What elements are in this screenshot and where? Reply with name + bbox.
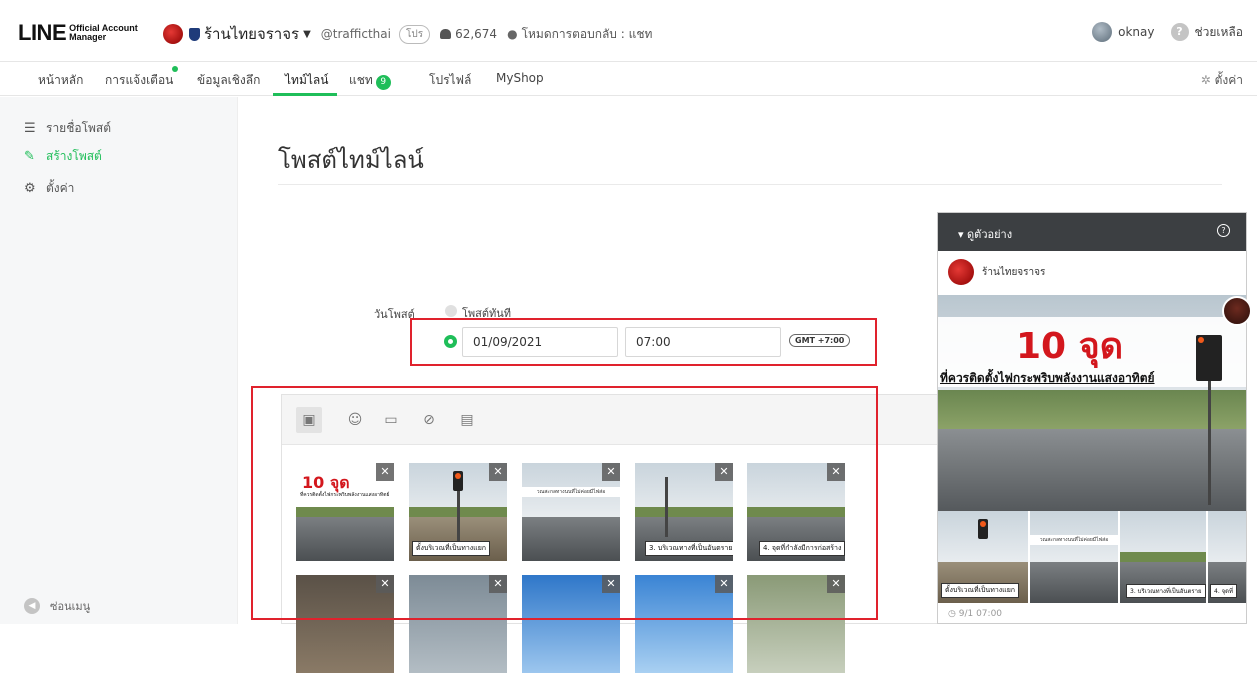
chat-badge: 9 (375, 75, 391, 90)
preview-title: ▾ ดูตัวอย่าง (958, 228, 1013, 241)
preview-panel: ▾ ดูตัวอย่าง ? ร้านไทยจราจร 10 จุด ที่คว… (937, 212, 1247, 624)
gear-icon: ⚙ (24, 181, 36, 196)
preview-account: ร้านไทยจราจร (948, 259, 1045, 285)
settings-link[interactable]: ✲ ตั้งค่า (1201, 71, 1243, 90)
gear-icon: ✲ (1200, 73, 1211, 87)
tab-profile[interactable]: โปรไฟล์ (429, 71, 471, 90)
active-tab-indicator (273, 93, 337, 96)
preview-hero-subtitle: ที่ควรติดตั้งไฟกระพริบพลังงานแสงอาทิตย์ (940, 371, 1155, 385)
top-bar: LINE Official Account Manager ร้านไทยจรา… (0, 0, 1257, 62)
preview-header[interactable]: ▾ ดูตัวอย่าง ? (938, 213, 1246, 251)
edit-icon: ✎ (24, 149, 35, 164)
user-name[interactable]: oknay (1118, 25, 1154, 39)
collapse-menu-button[interactable]: ◀ ซ่อนเมนู (24, 597, 90, 615)
preview-image-strip: ตั้งบริเวณที่เป็นทางแยก วณสะกลทางนนที่ไม… (938, 511, 1246, 603)
time-input[interactable]: 07:00 (625, 327, 781, 357)
date-input[interactable]: 01/09/2021 (462, 327, 618, 357)
verified-shield-icon (189, 27, 200, 41)
preview-timestamp: ◷ 9/1 07:00 (948, 609, 1003, 619)
account-switcher[interactable]: ร้านไทยจราจร ▼ @trafficthai โปร 62,674 ●… (163, 22, 662, 46)
chevron-left-icon: ◀ (24, 598, 40, 614)
line-oa-logo[interactable]: LINE Official Account Manager (18, 20, 138, 46)
tab-myshop[interactable]: MyShop (496, 71, 544, 85)
tab-insights[interactable]: ข้อมูลเชิงลึก (197, 71, 260, 90)
main-nav: หน้าหลัก การแจ้งเตือน ข้อมูลเชิงลึก ไทม์… (0, 62, 1257, 96)
preview-strip-image: ตั้งบริเวณที่เป็นทางแยก (938, 511, 1028, 603)
account-name: ร้านไทยจราจร (204, 25, 300, 43)
help-link[interactable]: ช่วยเหลือ (1195, 23, 1244, 42)
tab-home[interactable]: หน้าหลัก (38, 71, 83, 90)
post-date-label: วันโพสต์ (374, 308, 415, 321)
help-icon[interactable]: ? (1170, 23, 1189, 41)
logo-main: LINE (18, 20, 67, 45)
help-icon[interactable]: ? (1217, 224, 1230, 237)
user-avatar[interactable] (1092, 22, 1113, 42)
clock-icon: ◷ (948, 609, 956, 619)
plan-badge: โปร (398, 24, 431, 44)
user-area: oknay ? ช่วยเหลือ (1092, 22, 1243, 42)
floating-avatar[interactable] (1222, 296, 1252, 326)
divider (278, 184, 1222, 185)
timezone-badge: GMT +7:00 (789, 334, 851, 347)
logo-sub: Official Account Manager (69, 23, 138, 42)
tab-notifications[interactable]: การแจ้งเตือน (105, 71, 173, 90)
preview-strip-image: 4. จุดที่ (1208, 511, 1246, 603)
sidebar-item-settings[interactable]: ⚙ ตั้งค่า (24, 179, 74, 198)
sidebar-item-create-post[interactable]: ✎ สร้างโพสต์ (24, 147, 102, 166)
tab-timeline[interactable]: ไทม์ไลน์ (285, 71, 328, 90)
preview-avatar (948, 259, 974, 285)
preview-hero-image: 10 จุด ที่ควรติดตั้งไฟกระพริบพลังงานแสงอ… (938, 295, 1246, 511)
traffic-light-icon (1196, 335, 1222, 381)
account-handle: @trafficthai (320, 27, 391, 41)
chevron-down-icon[interactable]: ▼ (303, 29, 311, 40)
schedule-radio[interactable] (444, 335, 457, 348)
post-now-radio[interactable] (445, 305, 457, 317)
account-avatar (163, 24, 183, 44)
preview-strip-image: 3. บริเวณทางที่เป็นอันตราย (1120, 511, 1206, 603)
notification-dot (172, 66, 178, 72)
followers-icon (440, 29, 452, 39)
list-icon: ☰ (24, 121, 36, 136)
reply-mode[interactable]: โหมดการตอบกลับ : แชท (522, 25, 653, 44)
tab-chat[interactable]: แชท 9 (349, 71, 391, 90)
preview-strip-image: วณสะกลทางนนที่ไม่ค่อยมีไฟส่อ (1030, 511, 1118, 603)
page-title: โพสต์ไทม์ไลน์ (278, 146, 424, 174)
preview-hero-title: 10 จุด (1016, 326, 1124, 367)
followers-count: 62,674 (455, 27, 498, 41)
sidebar: ☰ รายชื่อโพสต์ ✎ สร้างโพสต์ ⚙ ตั้งค่า (0, 97, 238, 624)
images-highlight-box (251, 386, 878, 620)
sidebar-item-post-list[interactable]: ☰ รายชื่อโพสต์ (24, 119, 111, 138)
chat-bubble-icon: ● (507, 27, 518, 41)
